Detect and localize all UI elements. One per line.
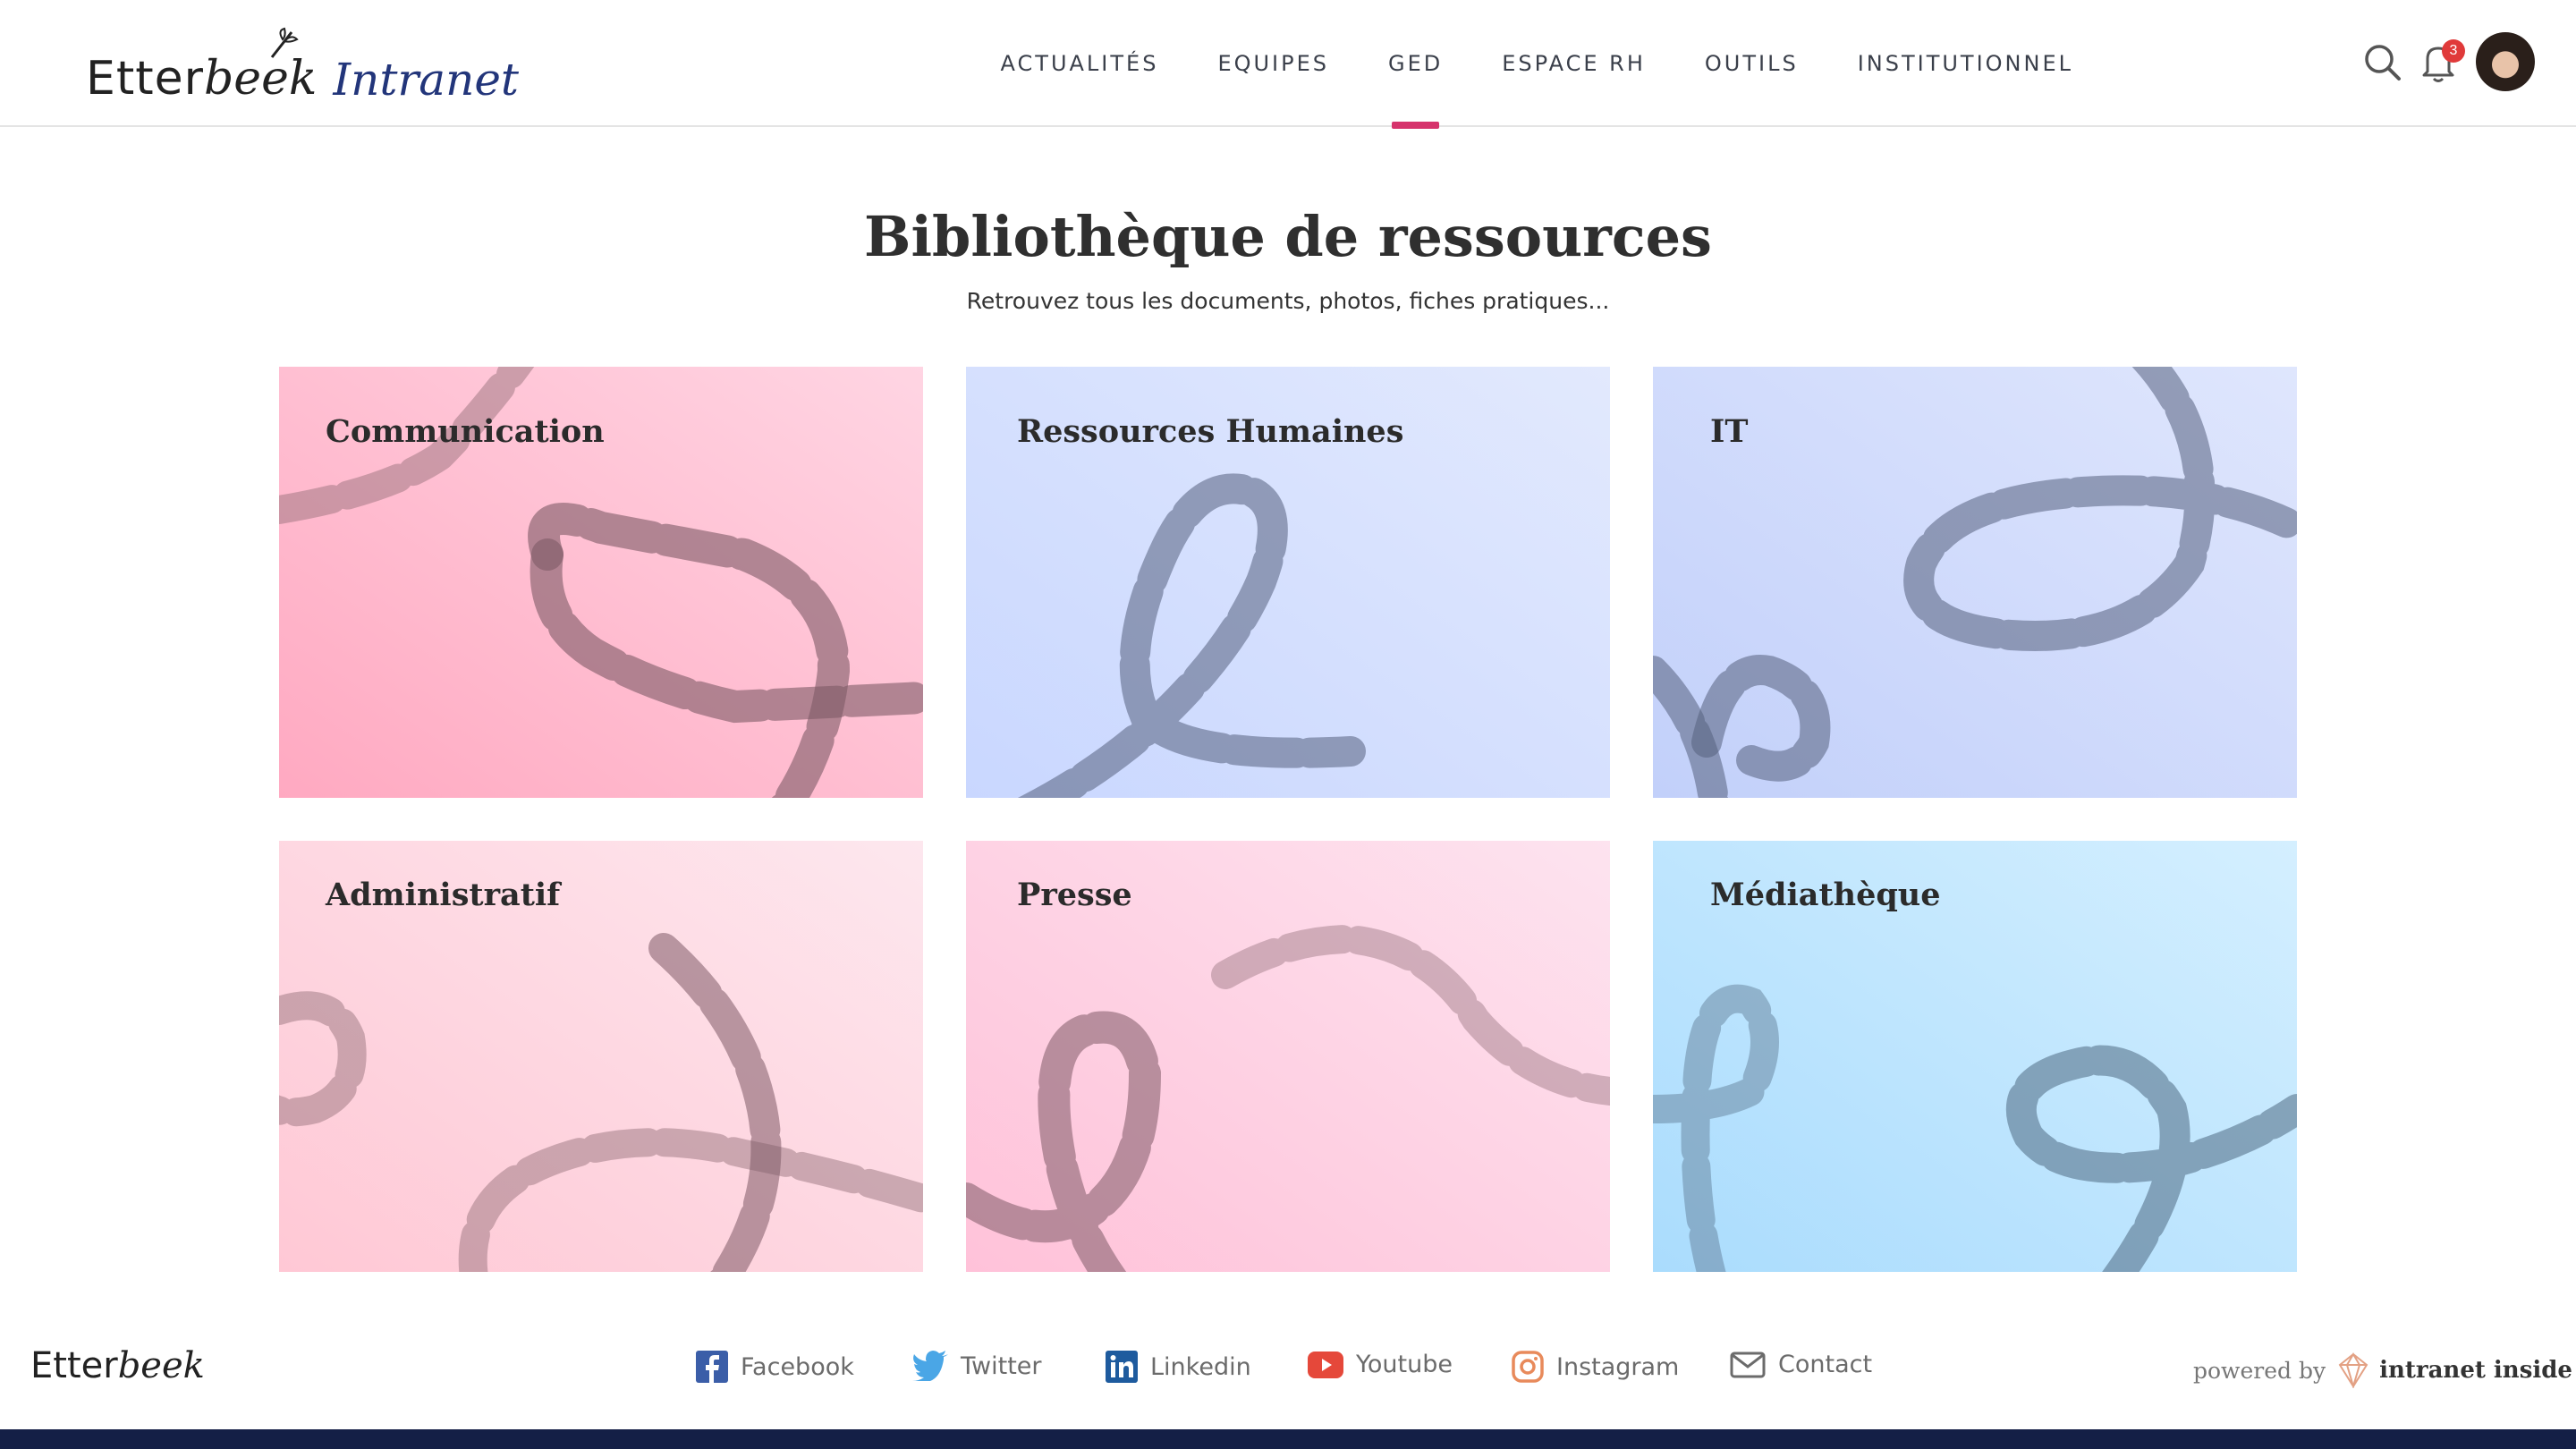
powered-by-label: powered by [2193,1357,2326,1384]
instagram-icon [1512,1351,1544,1383]
linkedin-icon [1106,1351,1138,1383]
nav-item-outils[interactable]: OUTILS [1705,0,1799,127]
intranet-logo[interactable]: Etter beek Intranet [86,25,519,106]
card-background [1653,367,2297,798]
card-communication[interactable]: Communication [279,367,923,798]
card-label: IT [1710,413,1749,450]
main-nav: ACTUALITÉS EQUIPES GED ESPACE RH OUTILS … [942,0,2073,129]
user-avatar[interactable] [2476,32,2535,91]
notifications-button[interactable]: 3 [2411,36,2465,89]
card-ressources-humaines[interactable]: Ressources Humaines [966,367,1610,798]
nav-item-espace-rh[interactable]: ESPACE RH [1502,0,1646,127]
social-label: Facebook [741,1352,854,1381]
page-subtitle: Retrouvez tous les documents, photos, fi… [966,288,1610,314]
social-link-instagram[interactable]: Instagram [1512,1351,1679,1383]
logo-text-etter: Etter [86,52,205,106]
card-presse[interactable]: Presse [966,841,1610,1272]
nav-item-ged[interactable]: GED [1388,0,1443,129]
social-label: Linkedin [1150,1352,1251,1381]
search-button[interactable] [2356,36,2410,89]
card-label: Administratif [326,877,561,913]
youtube-icon [1308,1351,1343,1378]
mail-icon [1730,1352,1766,1377]
social-label: Contact [1778,1351,1873,1378]
logo-text-intranet: Intranet [333,54,520,106]
card-it[interactable]: IT [1653,367,2297,798]
footer-logo-etter: Etter [30,1345,118,1386]
social-link-linkedin[interactable]: Linkedin [1106,1351,1251,1383]
social-link-contact[interactable]: Contact [1730,1351,1872,1378]
social-link-youtube[interactable]: Youtube [1308,1351,1453,1378]
card-mediatheque[interactable]: Médiathèque [1653,841,2297,1272]
footer-logo-beek: beek [117,1345,205,1386]
nav-item-actualites[interactable]: ACTUALITÉS [1001,0,1159,127]
page-title: Bibliothèque de ressources [864,204,1712,269]
social-link-twitter[interactable]: Twitter [912,1351,1042,1381]
footer-logo[interactable]: Etterbeek [30,1345,205,1386]
powered-by-brand: intranet inside [2379,1357,2572,1384]
site-header: Etter beek Intranet ACTUALITÉS EQUIPES GED… [0,0,2576,129]
card-administratif[interactable]: Administratif [279,841,923,1272]
footer-bottom-bar [0,1429,2576,1449]
dragonfly-icon [270,27,299,58]
powered-by[interactable]: powered by intranet inside [2193,1352,2572,1388]
notification-badge: 3 [2442,39,2465,63]
intranet-inside-logo-icon [2338,1352,2368,1388]
nav-item-equipes[interactable]: EQUIPES [1217,0,1329,127]
card-label: Communication [326,413,605,450]
social-label: Youtube [1356,1351,1453,1378]
site-footer: Etterbeek Facebook Twitter Linkedin Yout… [0,1306,2576,1431]
search-icon [2365,45,2401,80]
card-label: Presse [1017,877,1132,913]
social-link-facebook[interactable]: Facebook [696,1351,854,1383]
card-label: Ressources Humaines [1017,413,1404,450]
facebook-icon [696,1351,728,1383]
twitter-icon [912,1351,948,1381]
social-label: Instagram [1556,1352,1680,1381]
card-label: Médiathèque [1710,877,1941,913]
nav-item-institutionnel[interactable]: INSTITUTIONNEL [1858,0,2073,127]
social-label: Twitter [961,1352,1042,1380]
